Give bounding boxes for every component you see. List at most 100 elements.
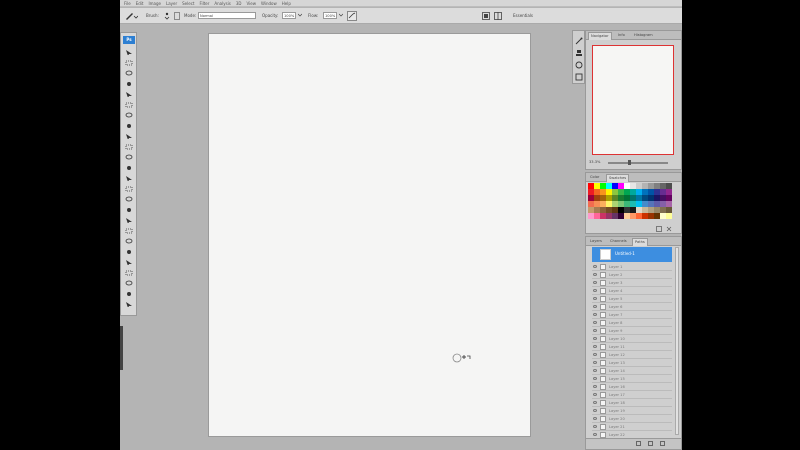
menu-analysis[interactable]: Analysis bbox=[214, 1, 230, 6]
shape-tool-icon[interactable] bbox=[125, 228, 133, 234]
screen-mode-tool-icon[interactable] bbox=[125, 301, 133, 307]
eye-icon[interactable] bbox=[593, 369, 597, 372]
delete-swatch-icon[interactable] bbox=[666, 226, 672, 232]
crop-tool-icon[interactable] bbox=[125, 91, 133, 97]
blend-mode-select[interactable]: Normal bbox=[198, 12, 256, 19]
move-tool-icon[interactable] bbox=[125, 49, 133, 55]
clone-source-panel-icon[interactable] bbox=[575, 49, 583, 57]
eye-icon[interactable] bbox=[593, 361, 597, 364]
menu-layer[interactable]: Layer bbox=[166, 1, 177, 6]
pen-tool-icon[interactable] bbox=[125, 196, 133, 202]
layer-row[interactable]: Layer 3 bbox=[592, 279, 672, 287]
menu-edit[interactable]: Edit bbox=[136, 1, 144, 6]
layer-row[interactable]: Layer 9 bbox=[592, 327, 672, 335]
layer-row[interactable]: Layer 7 bbox=[592, 311, 672, 319]
eye-icon[interactable] bbox=[593, 329, 597, 332]
eye-icon[interactable] bbox=[593, 377, 597, 380]
eye-icon[interactable] bbox=[593, 417, 597, 420]
type-tool-icon[interactable] bbox=[125, 207, 133, 213]
blur-tool-icon[interactable] bbox=[125, 175, 133, 181]
active-layer-row[interactable]: Untitled-1 bbox=[592, 247, 672, 262]
menu-filter[interactable]: Filter bbox=[199, 1, 209, 6]
tab-color[interactable]: Color bbox=[588, 174, 601, 181]
eraser-tool-icon[interactable] bbox=[125, 154, 133, 160]
arrange-documents-icon[interactable] bbox=[494, 12, 502, 20]
layer-row[interactable]: Layer 10 bbox=[592, 335, 672, 343]
link-layers-button[interactable] bbox=[636, 441, 641, 446]
opacity-field[interactable]: 100% bbox=[282, 12, 296, 19]
layer-row[interactable]: Layer 18 bbox=[592, 399, 672, 407]
dodge-tool-icon[interactable] bbox=[125, 186, 133, 192]
tab-swatches[interactable]: Swatches bbox=[606, 174, 630, 182]
layer-row[interactable]: Layer 11 bbox=[592, 343, 672, 351]
layer-row[interactable]: Layer 20 bbox=[592, 415, 672, 423]
layer-row[interactable]: Layer 2 bbox=[592, 271, 672, 279]
eye-icon[interactable] bbox=[593, 297, 597, 300]
eye-icon[interactable] bbox=[593, 289, 597, 292]
3d-rotate-tool-icon[interactable] bbox=[125, 238, 133, 244]
brush-size-preview-icon[interactable] bbox=[164, 12, 170, 20]
flow-field[interactable]: 100% bbox=[323, 12, 337, 19]
layer-row[interactable]: Layer 8 bbox=[592, 319, 672, 327]
tab-navigator[interactable]: Navigator bbox=[588, 32, 612, 40]
lasso-tool-icon[interactable] bbox=[125, 70, 133, 76]
layer-row[interactable]: Layer 4 bbox=[592, 287, 672, 295]
history-panel-icon[interactable] bbox=[575, 73, 583, 81]
layer-row[interactable]: Layer 5 bbox=[592, 295, 672, 303]
document-canvas[interactable] bbox=[209, 34, 530, 436]
screen-mode-icon[interactable] bbox=[482, 12, 490, 20]
eye-icon[interactable] bbox=[593, 425, 597, 428]
layer-row[interactable]: Layer 15 bbox=[592, 375, 672, 383]
layer-row[interactable]: Layer 12 bbox=[592, 351, 672, 359]
hand-tool-icon[interactable] bbox=[125, 259, 133, 265]
clone-stamp-tool-icon[interactable] bbox=[125, 133, 133, 139]
menu-help[interactable]: Help bbox=[282, 1, 291, 6]
eye-icon[interactable] bbox=[593, 321, 597, 324]
eye-icon[interactable] bbox=[593, 433, 597, 436]
menu-file[interactable]: File bbox=[124, 1, 131, 6]
3d-orbit-tool-icon[interactable] bbox=[125, 249, 133, 255]
brushes-panel-icon[interactable] bbox=[575, 37, 583, 45]
eye-icon[interactable] bbox=[593, 273, 597, 276]
zoom-slider-knob[interactable] bbox=[628, 160, 631, 165]
healing-tool-icon[interactable] bbox=[125, 112, 133, 118]
eye-icon[interactable] bbox=[593, 409, 597, 412]
layer-row[interactable]: Layer 13 bbox=[592, 359, 672, 367]
tool-presets-panel-icon[interactable] bbox=[575, 61, 583, 69]
navigator-zoom-slider[interactable] bbox=[608, 160, 668, 165]
eye-icon[interactable] bbox=[593, 305, 597, 308]
menu-view[interactable]: View bbox=[247, 1, 257, 6]
layer-row[interactable]: Layer 16 bbox=[592, 383, 672, 391]
eye-icon[interactable] bbox=[593, 265, 597, 268]
brush-panel-toggle-icon[interactable] bbox=[174, 12, 180, 20]
zoom-tool-icon[interactable] bbox=[125, 270, 133, 276]
eye-icon[interactable] bbox=[593, 337, 597, 340]
eye-icon[interactable] bbox=[593, 401, 597, 404]
menu-select[interactable]: Select bbox=[182, 1, 194, 6]
marquee-tool-icon[interactable] bbox=[125, 60, 133, 66]
color-swatches-tool-icon[interactable] bbox=[125, 280, 133, 286]
eye-icon[interactable] bbox=[593, 313, 597, 316]
eye-icon[interactable] bbox=[593, 353, 597, 356]
delete-layer-button[interactable] bbox=[660, 441, 665, 446]
layers-scrollbar[interactable] bbox=[675, 247, 679, 435]
tab-channels[interactable]: Channels bbox=[608, 238, 629, 245]
panel-dock-handle[interactable] bbox=[120, 326, 123, 370]
swatch-83[interactable] bbox=[666, 213, 672, 219]
eye-icon[interactable] bbox=[593, 385, 597, 388]
layer-row[interactable]: Layer 1 bbox=[592, 263, 672, 271]
layer-row[interactable]: Layer 17 bbox=[592, 391, 672, 399]
opacity-pressure-icon[interactable] bbox=[297, 12, 303, 18]
quick-select-tool-icon[interactable] bbox=[125, 81, 133, 87]
brush-tool-icon[interactable] bbox=[125, 123, 133, 129]
eye-icon[interactable] bbox=[593, 281, 597, 284]
brush-tool-preset-icon[interactable] bbox=[124, 11, 139, 21]
tab-paths[interactable]: Paths bbox=[632, 238, 648, 246]
path-select-tool-icon[interactable] bbox=[125, 217, 133, 223]
history-brush-tool-icon[interactable] bbox=[125, 144, 133, 150]
menu-3d[interactable]: 3D bbox=[236, 1, 242, 6]
quick-mask-tool-icon[interactable] bbox=[125, 291, 133, 297]
layer-row[interactable]: Layer 21 bbox=[592, 423, 672, 431]
layer-row[interactable]: Layer 6 bbox=[592, 303, 672, 311]
navigator-thumbnail[interactable] bbox=[592, 45, 674, 155]
